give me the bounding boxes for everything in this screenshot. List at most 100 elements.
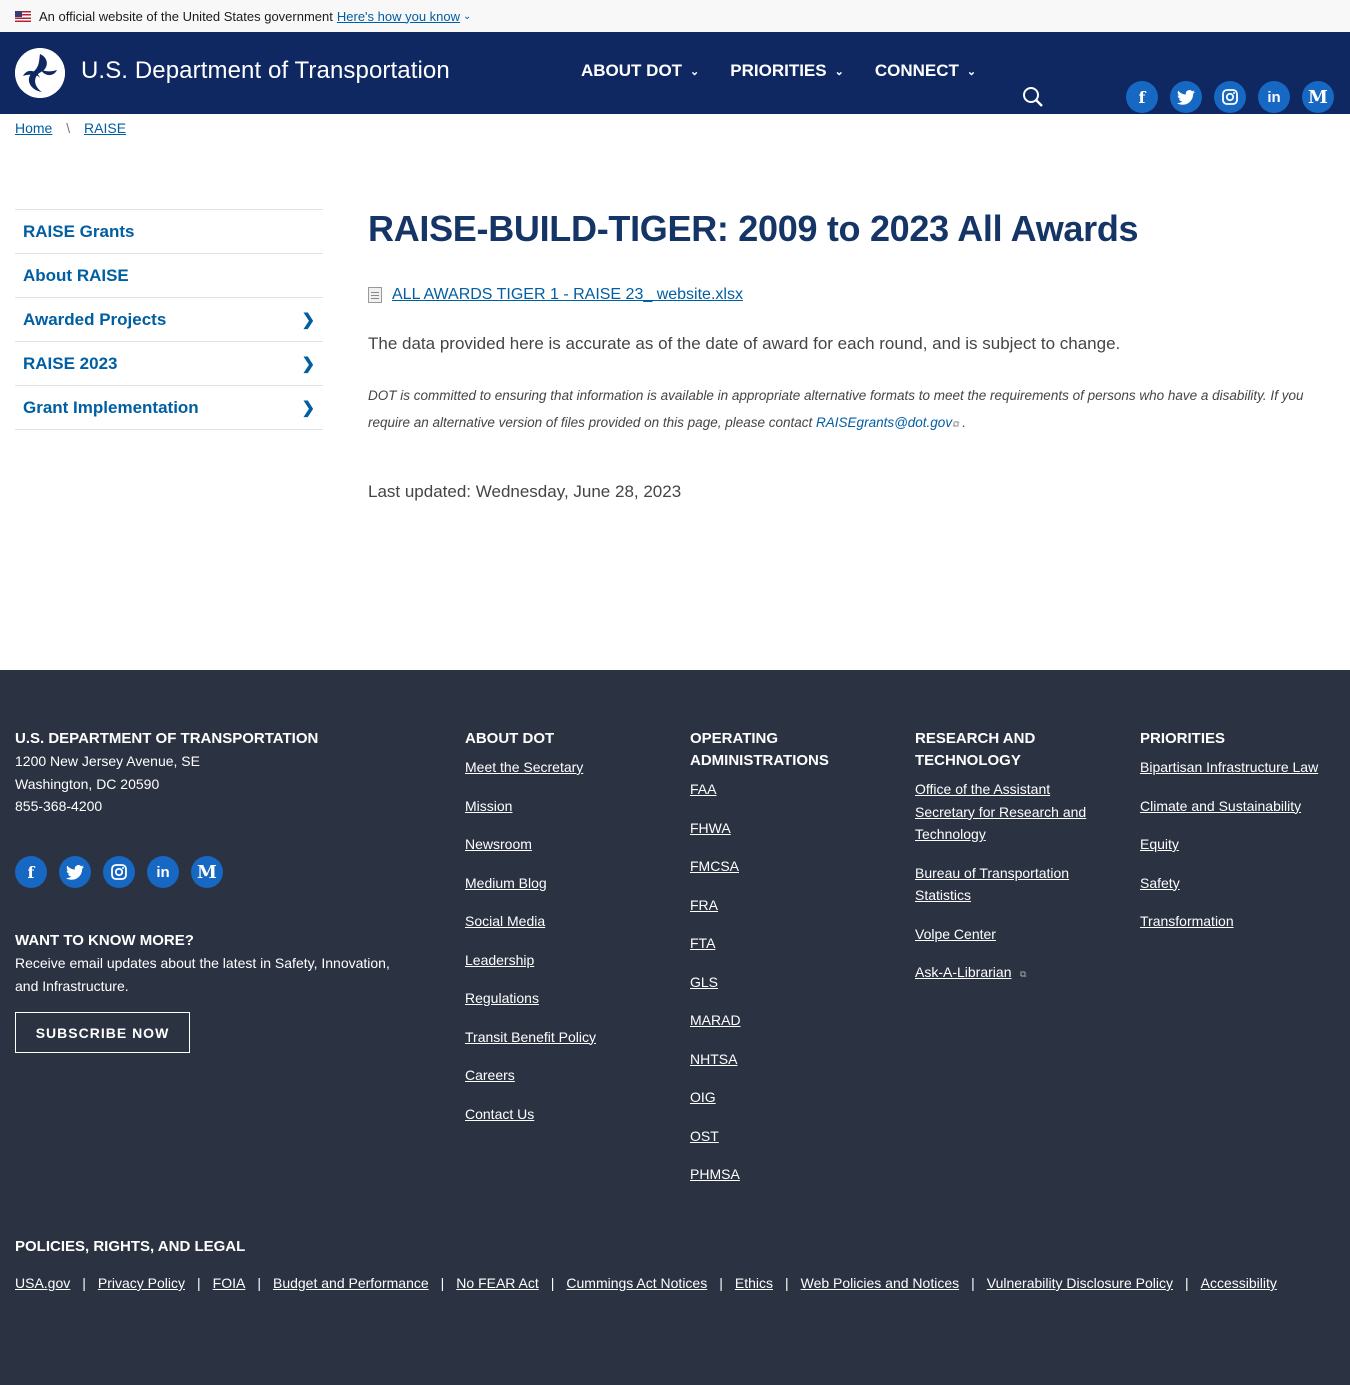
footer-link[interactable]: Bipartisan Infrastructure Law: [1140, 756, 1345, 779]
twitter-icon[interactable]: [1170, 81, 1202, 113]
want-more-head: WANT TO KNOW MORE?: [15, 932, 194, 949]
header-socials: f in M: [1126, 81, 1334, 113]
last-updated: Last updated: Wednesday, June 28, 2023: [368, 482, 682, 501]
file-download-link[interactable]: ALL AWARDS TIGER 1 - RAISE 23_ website.x…: [392, 286, 743, 304]
sidenav-item-label: RAISE 2023: [23, 353, 118, 373]
instagram-icon[interactable]: [103, 856, 135, 888]
chevron-right-icon[interactable]: ❯: [302, 310, 315, 330]
nav-connect-label: CONNECT: [874, 61, 959, 80]
breadcrumb-home[interactable]: Home: [15, 120, 52, 136]
footer-link[interactable]: NHTSA: [690, 1048, 890, 1071]
gov-banner-text: An official website of the United States…: [39, 8, 333, 24]
footer-link[interactable]: Contact Us: [465, 1103, 665, 1126]
footer-link[interactable]: OST: [690, 1125, 890, 1148]
footer-link[interactable]: OIG: [690, 1086, 890, 1109]
footer-operating-head: OPERATING ADMINISTRATIONS: [690, 730, 829, 769]
policy-link[interactable]: Ethics: [735, 1275, 773, 1291]
footer-socials: f in M: [15, 856, 223, 888]
policy-link[interactable]: Cummings Act Notices: [566, 1275, 707, 1291]
linkedin-icon[interactable]: in: [1258, 81, 1290, 113]
email-link[interactable]: RAISEgrants@dot.gov: [816, 415, 952, 430]
footer-link[interactable]: Newsroom: [465, 833, 665, 856]
us-flag-icon: [15, 10, 31, 22]
chevron-right-icon[interactable]: ❯: [302, 354, 315, 374]
separator: |: [550, 1275, 555, 1291]
linkedin-icon[interactable]: in: [147, 856, 179, 888]
policy-link[interactable]: Web Policies and Notices: [801, 1275, 959, 1291]
footer-want-more: WANT TO KNOW MORE? Receive email updates…: [15, 930, 415, 997]
site-title[interactable]: U.S. Department of Transportation: [81, 57, 450, 85]
instagram-icon[interactable]: [1214, 81, 1246, 113]
chevron-down-icon: ⌄: [966, 65, 977, 78]
footer-dept: U.S. DEPARTMENT OF TRANSPORTATION 1200 N…: [15, 728, 415, 818]
nav-priorities[interactable]: PRIORITIES ⌄: [730, 61, 844, 81]
sidenav-item-raise-2023[interactable]: RAISE 2023 ❯: [15, 342, 323, 386]
medium-icon[interactable]: M: [191, 856, 223, 888]
medium-icon[interactable]: M: [1302, 81, 1334, 113]
footer-link[interactable]: Medium Blog: [465, 872, 665, 895]
gov-banner-link[interactable]: Here's how you know: [337, 9, 460, 24]
policy-link[interactable]: Accessibility: [1201, 1275, 1277, 1291]
footer-link[interactable]: MARAD: [690, 1009, 890, 1032]
sidenav-item-about-raise[interactable]: About RAISE: [15, 254, 323, 298]
search-icon[interactable]: [1022, 86, 1044, 108]
twitter-icon[interactable]: [59, 856, 91, 888]
accessibility-note: DOT is committed to ensuring that inform…: [368, 382, 1328, 438]
footer-link[interactable]: FMCSA: [690, 855, 890, 878]
side-nav: RAISE Grants About RAISE Awarded Project…: [15, 209, 323, 430]
footer-link[interactable]: GLS: [690, 971, 890, 994]
footer-link[interactable]: Ask-A-Librarian: [915, 964, 1011, 980]
policy-link[interactable]: FOIA: [213, 1275, 246, 1291]
footer-link[interactable]: PHMSA: [690, 1163, 890, 1186]
footer-link[interactable]: Meet the Secretary: [465, 756, 665, 779]
footer-about-dot: ABOUT DOT Meet the Secretary Mission New…: [465, 728, 665, 1141]
sidenav-item-grant-implementation[interactable]: Grant Implementation ❯: [15, 386, 323, 430]
facebook-icon[interactable]: f: [15, 856, 47, 888]
footer-link[interactable]: Leadership: [465, 949, 665, 972]
breadcrumb: Home \ RAISE: [15, 120, 126, 136]
facebook-icon[interactable]: f: [1126, 81, 1158, 113]
footer-link[interactable]: Bureau of Transportation Statistics: [915, 862, 1110, 907]
footer-address-line2: Washington, DC 20590: [15, 775, 160, 792]
policy-link[interactable]: USA.gov: [15, 1275, 70, 1291]
footer-link[interactable]: FTA: [690, 932, 890, 955]
policy-link[interactable]: No FEAR Act: [456, 1275, 538, 1291]
footer-priorities: PRIORITIES Bipartisan Infrastructure Law…: [1140, 728, 1345, 949]
policy-link[interactable]: Vulnerability Disclosure Policy: [987, 1275, 1173, 1291]
footer-link[interactable]: FAA: [690, 778, 890, 801]
footer-link[interactable]: Transformation: [1140, 910, 1345, 933]
footer-link[interactable]: Social Media: [465, 910, 665, 933]
footer-priorities-head: PRIORITIES: [1140, 730, 1226, 747]
sidenav-item-raise-grants[interactable]: RAISE Grants: [15, 210, 323, 254]
footer-policies-head: POLICIES, RIGHTS, AND LEGAL: [15, 1238, 246, 1255]
footer-link[interactable]: FHWA: [690, 817, 890, 840]
footer-link[interactable]: Regulations: [465, 987, 665, 1010]
footer-phone: 855-368-4200: [15, 798, 103, 814]
sidenav-item-awarded-projects[interactable]: Awarded Projects ❯: [15, 298, 323, 342]
footer-link[interactable]: Equity: [1140, 833, 1345, 856]
site-header: U.S. Department of Transportation ABOUT …: [0, 32, 1350, 114]
accuracy-note: The data provided here is accurate as of…: [368, 334, 1121, 353]
chevron-down-icon[interactable]: ⌄: [463, 11, 471, 22]
chevron-right-icon[interactable]: ❯: [302, 398, 315, 418]
footer-link[interactable]: Safety: [1140, 872, 1345, 895]
breadcrumb-raise[interactable]: RAISE: [84, 120, 126, 136]
subscribe-button[interactable]: SUBSCRIBE NOW: [15, 1012, 190, 1053]
footer-link[interactable]: Volpe Center: [915, 923, 1110, 946]
footer-link[interactable]: Careers: [465, 1064, 665, 1087]
footer-link[interactable]: Climate and Sustainability: [1140, 795, 1345, 818]
nav-connect[interactable]: CONNECT ⌄: [875, 61, 976, 81]
nav-about-dot[interactable]: ABOUT DOT ⌄: [581, 61, 699, 81]
footer-link[interactable]: FRA: [690, 894, 890, 917]
policy-link[interactable]: Budget and Performance: [273, 1275, 429, 1291]
sidenav-item-label: RAISE Grants: [23, 221, 135, 241]
main-content: RAISE-BUILD-TIGER: 2009 to 2023 All Awar…: [368, 208, 1328, 502]
footer-operating: OPERATING ADMINISTRATIONS FAA FHWA FMCSA…: [690, 728, 890, 1202]
footer-dept-head: U.S. DEPARTMENT OF TRANSPORTATION: [15, 730, 319, 747]
policy-link[interactable]: Privacy Policy: [98, 1275, 185, 1291]
dot-logo[interactable]: [15, 48, 65, 98]
footer-link[interactable]: Office of the Assistant Secretary for Re…: [915, 778, 1110, 846]
footer-research: RESEARCH AND TECHNOLOGY Office of the As…: [915, 728, 1110, 984]
footer-link[interactable]: Transit Benefit Policy: [465, 1026, 665, 1049]
footer-link[interactable]: Mission: [465, 795, 665, 818]
